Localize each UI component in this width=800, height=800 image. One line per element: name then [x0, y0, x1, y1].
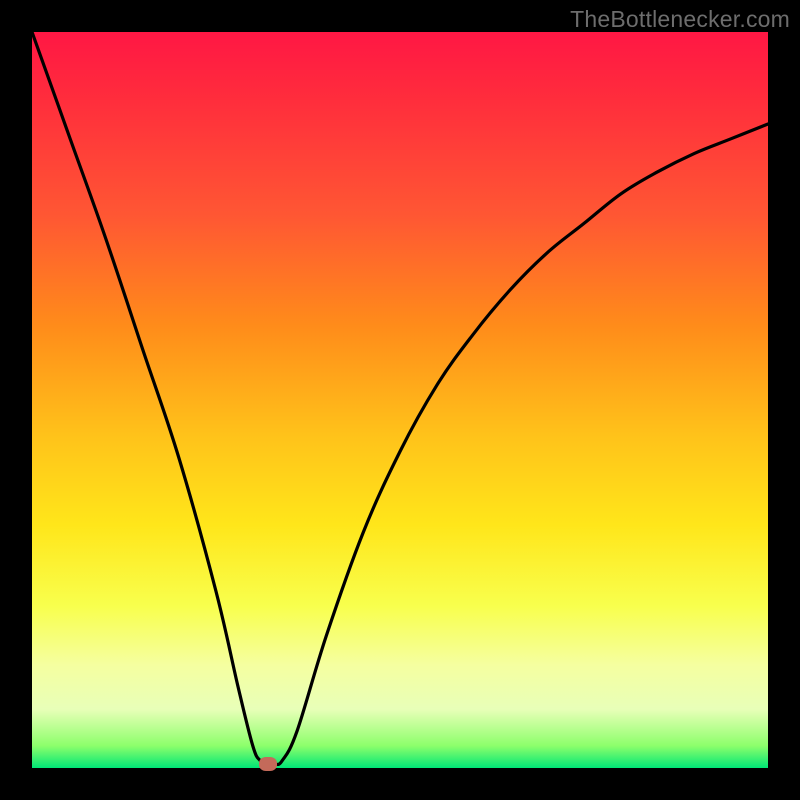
optimum-marker	[259, 757, 277, 771]
curve-svg	[32, 32, 768, 768]
chart-frame: TheBottlenecker.com	[0, 0, 800, 800]
watermark-text: TheBottlenecker.com	[570, 6, 790, 33]
bottleneck-curve	[32, 32, 768, 765]
plot-area	[32, 32, 768, 768]
